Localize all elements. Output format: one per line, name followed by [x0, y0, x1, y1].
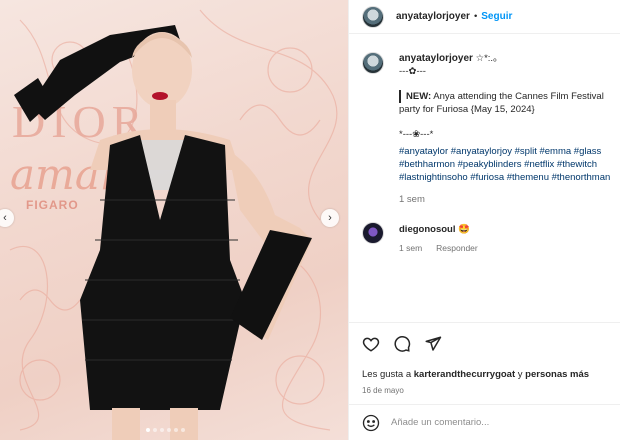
comment-input[interactable]: [391, 417, 591, 428]
caption-time: 1 sem: [399, 194, 425, 205]
comment-time: 1 sem: [399, 243, 423, 253]
carousel-dot: [181, 428, 185, 432]
comment-icon[interactable]: [393, 335, 411, 353]
post-media[interactable]: DIOR amar FIGARO ‹ ›: [0, 0, 348, 440]
caption-username[interactable]: anyataylorjoyer: [399, 53, 473, 64]
carousel-dot: [146, 428, 150, 432]
carousel-dot: [160, 428, 164, 432]
carousel-dot: [153, 428, 157, 432]
separator-dot: •: [473, 11, 478, 22]
follow-button[interactable]: Seguir: [481, 11, 512, 22]
hashtag-line[interactable]: #bethharmon #peakyblinders #netflix #the…: [399, 158, 620, 171]
others-link[interactable]: personas más: [525, 369, 589, 380]
comment-text: 🤩: [458, 224, 470, 235]
commenter-avatar[interactable]: [362, 222, 384, 244]
carousel-indicators: [146, 428, 185, 432]
commenter-username[interactable]: diegonosoul: [399, 224, 455, 235]
post-date: 16 de mayo: [362, 386, 404, 395]
avatar[interactable]: [362, 5, 384, 28]
likes-connector: y: [515, 369, 526, 380]
caption-divider-2: *---❀---*: [399, 129, 434, 140]
news-text: Anya attending the Cannes Film Festival: [431, 91, 604, 102]
carousel-dot: [167, 428, 171, 432]
news-label: NEW:: [406, 91, 432, 102]
news-line: NEW: Anya attending the Cannes Film Fest…: [399, 90, 620, 103]
caption-avatar[interactable]: [362, 52, 384, 74]
heart-icon[interactable]: [362, 335, 380, 353]
hashtag-line[interactable]: #lastnightinsoho #furiosa #themenu #then…: [399, 171, 620, 184]
add-comment-bar: [349, 404, 620, 440]
liker-username[interactable]: karterandthecurrygoat: [414, 369, 515, 380]
post-details-panel: anyataylorjoyer • Seguir anyataylorjoyer…: [348, 0, 620, 440]
emoji-icon[interactable]: [362, 414, 380, 432]
caption-name-suffix: ☆*:.｡: [472, 53, 498, 64]
next-image-button[interactable]: ›: [321, 209, 339, 227]
share-icon[interactable]: [424, 335, 442, 353]
news-text-continued: party for Furiosa {May 15, 2024}: [399, 104, 535, 115]
hashtag-line[interactable]: #anyataylor #anyataylorjoy #split #emma …: [399, 145, 620, 158]
post-header: anyataylorjoyer • Seguir: [349, 0, 620, 34]
caption-divider: ---✿---: [399, 66, 426, 77]
carousel-dot: [174, 428, 178, 432]
likes-summary: Les gusta a karterandthecurrygoat y pers…: [362, 369, 608, 380]
person-figure: [14, 25, 312, 440]
author-username[interactable]: anyataylorjoyer: [396, 11, 470, 22]
likes-prefix: Les gusta a: [362, 369, 414, 380]
post-actions: Les gusta a karterandthecurrygoat y pers…: [349, 322, 620, 395]
reply-button[interactable]: Responder: [436, 243, 478, 253]
